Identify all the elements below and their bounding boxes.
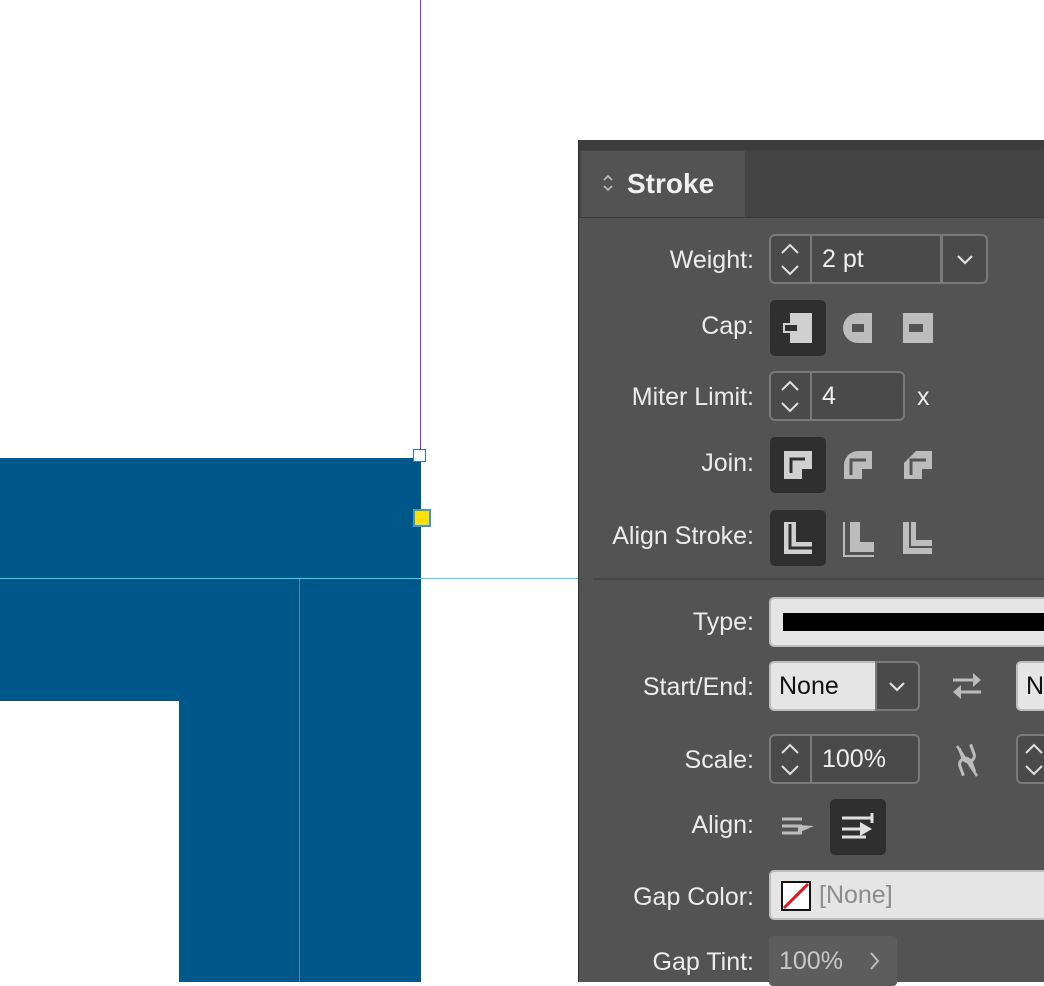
none-swatch-icon bbox=[781, 881, 811, 911]
butt-cap-icon bbox=[783, 313, 812, 343]
miter-limit-input[interactable]: 4 bbox=[812, 371, 905, 421]
projecting-cap-button[interactable] bbox=[890, 300, 946, 356]
link-scale-button[interactable] bbox=[939, 732, 995, 788]
align-center-icon bbox=[784, 522, 812, 554]
weight-label: Weight: bbox=[669, 246, 754, 274]
weight-stepper[interactable] bbox=[769, 234, 812, 284]
align-stroke-outside-button[interactable] bbox=[890, 510, 946, 566]
miter-limit-stepper[interactable] bbox=[769, 371, 812, 421]
gap-tint-value: 100% bbox=[779, 947, 843, 975]
round-join-icon bbox=[844, 451, 872, 479]
gap-tint-label: Gap Tint: bbox=[652, 948, 754, 976]
scale-input[interactable]: 100% bbox=[812, 734, 920, 784]
bevel-join-icon bbox=[904, 451, 932, 479]
align-outside-icon bbox=[903, 522, 932, 554]
extend-arrow-tip-button[interactable] bbox=[770, 799, 826, 855]
scale-stepper[interactable] bbox=[769, 734, 812, 784]
round-join-button[interactable] bbox=[830, 437, 886, 493]
gap-color-label: Gap Color: bbox=[633, 883, 754, 911]
align-stroke-label: Align Stroke: bbox=[612, 522, 754, 550]
miter-limit-label: Miter Limit: bbox=[631, 383, 754, 411]
chevron-right-icon[interactable] bbox=[867, 950, 883, 972]
panel-tab-strip: Stroke bbox=[579, 150, 1044, 218]
live-corner-handle[interactable] bbox=[413, 509, 431, 527]
weight-dropdown-button[interactable] bbox=[941, 234, 988, 284]
stepper-arrows-icon bbox=[1025, 743, 1043, 776]
stepper-arrows-icon bbox=[781, 380, 799, 413]
type-label: Type: bbox=[692, 608, 754, 636]
cap-label: Cap: bbox=[701, 312, 754, 340]
horizontal-guide[interactable] bbox=[0, 578, 580, 579]
tab-label: Stroke bbox=[627, 168, 715, 199]
blue-frame-shape[interactable] bbox=[179, 579, 421, 982]
panel-title-bar[interactable] bbox=[579, 140, 1044, 150]
blue-frame-shape[interactable] bbox=[0, 579, 179, 701]
projecting-cap-icon bbox=[903, 313, 933, 343]
chevron-updown-icon[interactable] bbox=[601, 171, 615, 195]
end-arrowhead-select[interactable]: N bbox=[1016, 661, 1044, 711]
extend-arrow-tip-icon bbox=[782, 817, 814, 835]
align-label: Align: bbox=[691, 811, 754, 839]
stepper-arrows-icon bbox=[781, 243, 799, 276]
miter-join-button[interactable] bbox=[770, 437, 826, 493]
miter-join-icon bbox=[784, 451, 812, 479]
start-arrowhead-dropdown-button[interactable] bbox=[875, 661, 920, 711]
chevron-down-icon bbox=[889, 682, 905, 692]
start-arrowhead-select[interactable]: None bbox=[769, 661, 877, 711]
tab-stroke[interactable]: Stroke bbox=[581, 151, 745, 217]
swap-arrows-icon bbox=[953, 673, 981, 699]
frame-inner-edge bbox=[299, 579, 300, 982]
round-cap-button[interactable] bbox=[830, 300, 886, 356]
miter-suffix: x bbox=[917, 383, 930, 411]
butt-cap-button[interactable] bbox=[770, 300, 826, 356]
join-label: Join: bbox=[701, 449, 754, 477]
broken-link-icon bbox=[955, 743, 979, 777]
place-arrow-tip-button[interactable] bbox=[830, 799, 886, 855]
stroke-type-dropdown[interactable] bbox=[769, 597, 1044, 647]
scale-label: Scale: bbox=[684, 746, 754, 774]
align-inside-icon bbox=[843, 522, 874, 557]
bevel-join-button[interactable] bbox=[890, 437, 946, 493]
align-stroke-center-button[interactable] bbox=[770, 510, 826, 566]
stroke-panel: Stroke Weight: 2 pt Cap: Miter Limit: 4 … bbox=[578, 140, 1044, 986]
panel-separator bbox=[593, 578, 1044, 580]
anchor-point-handle[interactable] bbox=[413, 449, 426, 462]
gap-color-value: [None] bbox=[819, 881, 893, 909]
align-stroke-inside-button[interactable] bbox=[830, 510, 886, 566]
place-arrow-tip-icon bbox=[842, 813, 874, 839]
gap-tint-field[interactable]: 100% bbox=[769, 936, 897, 986]
blue-frame-shape[interactable] bbox=[0, 458, 421, 579]
swap-arrowheads-button[interactable] bbox=[939, 658, 995, 714]
solid-line-preview bbox=[783, 613, 1044, 631]
stepper-arrows-icon bbox=[781, 743, 799, 776]
round-cap-icon bbox=[843, 313, 872, 343]
end-scale-stepper[interactable] bbox=[1016, 734, 1044, 784]
weight-input[interactable]: 2 pt bbox=[812, 234, 942, 284]
vertical-guide[interactable] bbox=[420, 0, 421, 458]
chevron-down-icon bbox=[957, 255, 973, 265]
start-end-label: Start/End: bbox=[642, 673, 754, 701]
gap-color-dropdown[interactable]: [None] bbox=[769, 870, 1044, 920]
